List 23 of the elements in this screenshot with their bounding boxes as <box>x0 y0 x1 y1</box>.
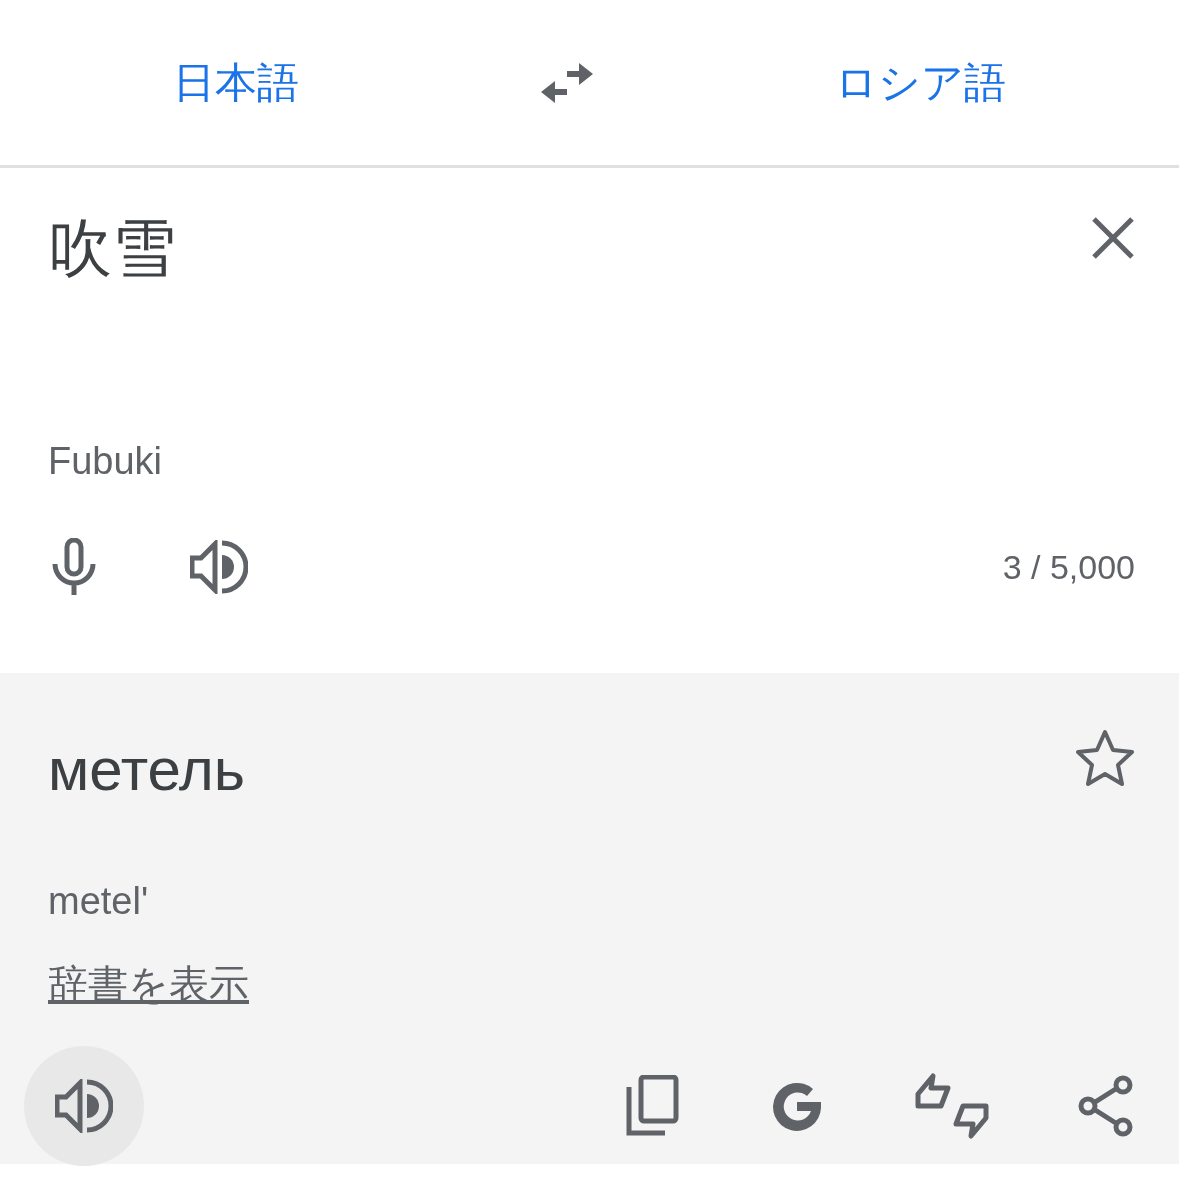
swap-icon <box>539 60 595 105</box>
romanization-text: metel' <box>48 879 150 924</box>
share-button[interactable] <box>1077 1075 1135 1137</box>
clear-button[interactable] <box>1091 216 1135 260</box>
swap-languages-button[interactable] <box>539 60 595 105</box>
source-language-button[interactable]: 日本語 <box>163 47 309 118</box>
input-text[interactable]: 吹雪 <box>48 213 176 284</box>
target-language-button[interactable]: ロシア語 <box>825 47 1016 118</box>
speaker-icon <box>190 540 248 595</box>
microphone-icon <box>52 538 96 597</box>
translation-text: метель <box>48 735 246 805</box>
microphone-button[interactable] <box>52 538 96 597</box>
romanization-text: Fubuki <box>48 439 164 485</box>
thumbs-icon <box>915 1072 989 1140</box>
close-icon <box>1091 216 1135 260</box>
dictionary-link[interactable]: 辞書を表示 <box>48 961 249 1007</box>
character-count: 3 / 5,000 <box>1002 546 1135 588</box>
share-icon <box>1077 1075 1135 1137</box>
speaker-icon <box>55 1079 113 1133</box>
copy-button[interactable] <box>625 1075 679 1137</box>
feedback-button[interactable] <box>915 1072 989 1140</box>
listen-button[interactable] <box>190 540 248 595</box>
copy-icon <box>625 1075 679 1137</box>
